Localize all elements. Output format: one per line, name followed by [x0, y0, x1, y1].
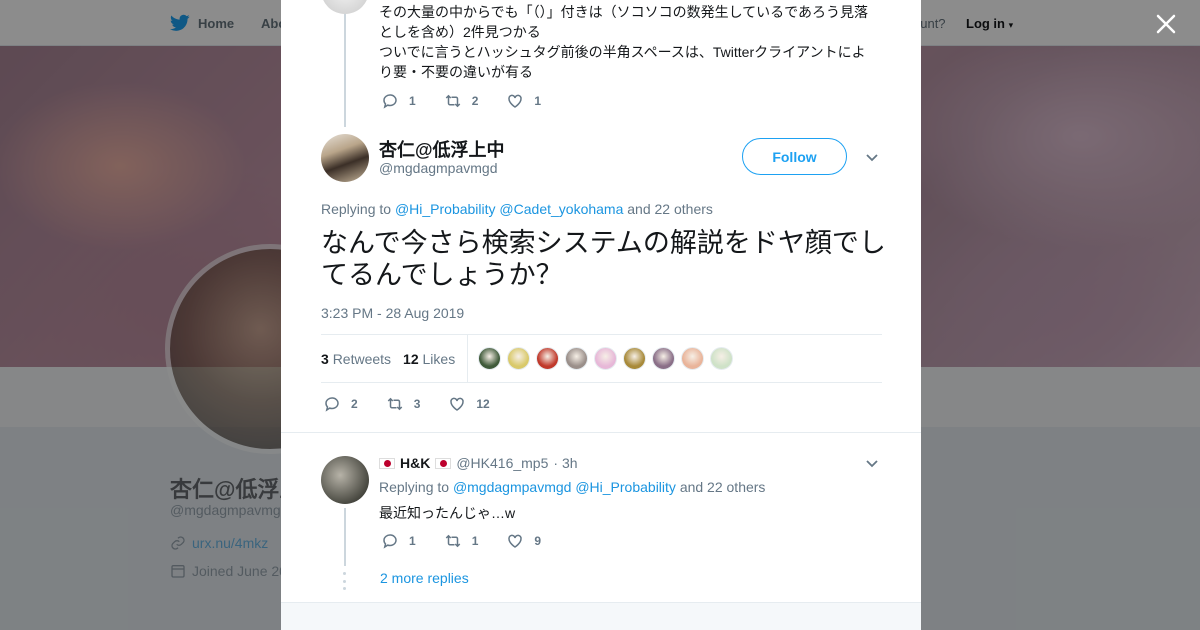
reply-tweet-replying-to: Replying to @mgdagmpavmgd @Hi_Probabilit…	[379, 479, 765, 495]
mention-link[interactable]: @mgdagmpavmgd	[453, 479, 572, 495]
like-count: 12	[476, 397, 490, 411]
retweet-button[interactable]: 2	[444, 92, 479, 110]
parent-tweet-line: ついでに言うとハッシュタグ前後の半角スペースは、Twitterクライアントにより…	[379, 44, 866, 80]
reply-tweet-actions: 1 1 9	[381, 532, 569, 550]
likes-stat[interactable]: 12 Likes	[403, 351, 455, 367]
chevron-down-icon	[866, 460, 878, 468]
follow-button[interactable]: Follow	[742, 138, 847, 175]
main-tweet-avatar[interactable]	[321, 134, 369, 182]
reply-icon	[383, 534, 397, 549]
thread-line-top	[344, 14, 346, 127]
reply-tweet-header: H&K @HK416_mp5 · 3h	[379, 455, 578, 471]
liker-avatar[interactable]	[536, 347, 560, 370]
likes-stat-count: 12	[403, 350, 419, 367]
retweet-icon	[387, 397, 402, 411]
main-tweet-author-name[interactable]: 杏仁@低浮上中	[379, 136, 505, 162]
parent-tweet-avatar[interactable]	[321, 0, 369, 14]
reply-icon	[383, 94, 397, 109]
close-modal-button[interactable]	[1154, 12, 1178, 36]
retweets-stat[interactable]: 3 Retweets	[321, 351, 391, 367]
parent-tweet-actions: 1 2 1	[381, 92, 569, 110]
like-button[interactable]: 1	[506, 92, 541, 110]
show-more-replies-link[interactable]: 2 more replies	[380, 570, 469, 586]
reply-button[interactable]: 1	[381, 532, 416, 550]
thread-line-reply	[344, 508, 346, 566]
reply-tweet-author-handle[interactable]: @HK416_mp5	[456, 455, 548, 471]
retweets-stat-count: 3	[321, 350, 329, 367]
mention-link[interactable]: @Hi_Probability	[575, 479, 676, 495]
reply-tweet-text: 最近知ったんじゃ…w	[379, 505, 516, 521]
like-count: 9	[534, 534, 542, 548]
modal-footer	[281, 602, 921, 630]
retweet-count: 3	[413, 397, 421, 411]
like-button[interactable]: 9	[506, 532, 541, 550]
replying-others[interactable]: and 22 others	[680, 479, 766, 495]
stats-divider	[467, 335, 469, 382]
replying-others[interactable]: and 22 others	[627, 201, 713, 217]
retweet-icon	[445, 534, 460, 548]
retweets-stat-label: Retweets	[332, 350, 392, 367]
tweet-permalink-modal: その大量の中からでも「（）」付きは（ソコソコの数発生しているであろう見落としを含…	[281, 0, 921, 630]
japan-flag-icon	[435, 457, 452, 469]
liker-avatar[interactable]	[507, 347, 531, 370]
retweet-button[interactable]: 3	[386, 395, 421, 413]
reply-tweet-time[interactable]: · 3h	[553, 455, 577, 471]
liker-avatar[interactable]	[710, 347, 734, 370]
parent-tweet-text: その大量の中からでも「（）」付きは（ソコソコの数発生しているであろう見落としを含…	[379, 2, 879, 82]
parent-tweet-line: その大量の中からでも「（）」付きは（ソコソコの数発生しているであろう見落としを含…	[379, 4, 869, 40]
main-tweet-timestamp[interactable]: 3:23 PM - 28 Aug 2019	[321, 305, 464, 321]
like-count: 1	[534, 94, 542, 108]
liker-avatar[interactable]	[652, 347, 676, 370]
chevron-down-icon	[866, 154, 878, 162]
reply-tweet-more-menu[interactable]	[864, 455, 880, 471]
reply-count: 1	[409, 534, 416, 548]
like-button[interactable]: 12	[448, 395, 490, 413]
heart-icon	[508, 534, 523, 548]
replying-prefix: Replying to	[321, 201, 392, 217]
retweet-button[interactable]: 1	[444, 532, 479, 550]
reply-tweet-avatar[interactable]	[321, 456, 369, 504]
liker-avatar[interactable]	[623, 347, 647, 370]
reply-button[interactable]: 2	[323, 395, 358, 413]
close-icon	[1156, 14, 1176, 34]
replying-prefix: Replying to	[379, 479, 450, 495]
likes-stat-label: Likes	[422, 350, 456, 367]
japan-flag-icon	[379, 457, 395, 469]
reply-count: 1	[409, 94, 416, 108]
replies-divider	[281, 432, 921, 433]
liker-avatar[interactable]	[478, 347, 502, 370]
main-tweet-text: なんで今さら検索システムの解説をドヤ顔でしてるんでしょうか？	[321, 228, 886, 290]
retweet-count: 2	[471, 94, 479, 108]
reply-count: 2	[351, 397, 358, 411]
main-tweet-author-handle[interactable]: @mgdagmpavmgd	[379, 160, 498, 176]
mention-link[interactable]: @Hi_Probability	[395, 201, 496, 217]
retweet-count: 1	[471, 534, 479, 548]
thread-continuation-dots	[342, 572, 346, 590]
main-tweet-replying-to: Replying to @Hi_Probability @Cadet_yokoh…	[321, 201, 713, 217]
liker-avatar[interactable]	[565, 347, 589, 370]
liker-avatar[interactable]	[594, 347, 618, 370]
mention-link[interactable]: @Cadet_yokohama	[499, 201, 623, 217]
main-tweet-more-menu[interactable]	[864, 149, 880, 165]
retweet-icon	[445, 94, 460, 108]
heart-icon	[450, 397, 465, 411]
main-tweet-stats: 3 Retweets 12 Likes	[321, 334, 882, 383]
heart-icon	[508, 94, 523, 108]
reply-tweet-author-name[interactable]: H&K	[400, 455, 430, 471]
likers-avatars	[478, 347, 734, 370]
reply-icon	[325, 397, 339, 412]
main-tweet-actions: 2 3 12	[323, 395, 518, 413]
liker-avatar[interactable]	[681, 347, 705, 370]
reply-button[interactable]: 1	[381, 92, 416, 110]
